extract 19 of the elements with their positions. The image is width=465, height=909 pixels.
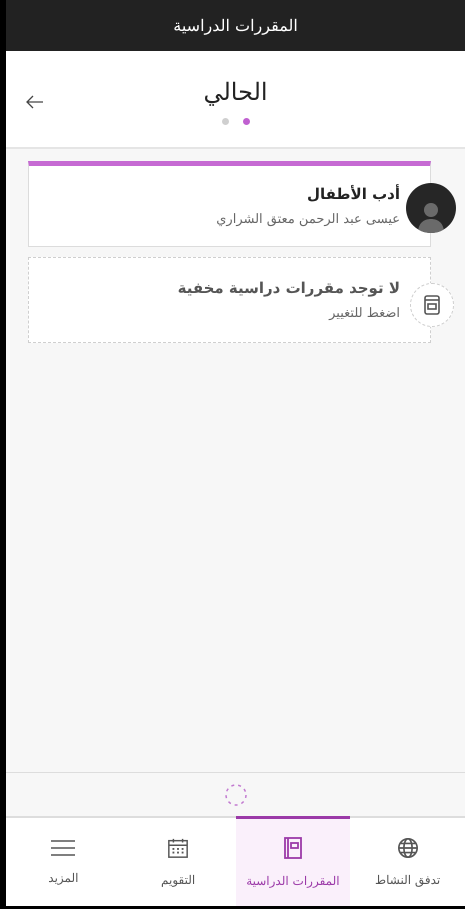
back-arrow-icon <box>26 95 44 109</box>
nav-tab[interactable]: التقويم <box>120 816 236 906</box>
course-card[interactable]: أدب الأطفال عيسى عبد الرحمن معتق الشراري <box>28 161 431 247</box>
nav-tab[interactable]: تدفق النشاط <box>350 816 465 906</box>
nav-tab[interactable]: المزيد <box>6 816 121 906</box>
course-subtitle: اضغط للتغيير <box>328 304 400 322</box>
page-title: الحالي <box>203 76 268 108</box>
avatar-icon <box>406 183 456 233</box>
nav-tab[interactable]: المقررات الدراسية <box>236 816 350 906</box>
app-bar-title: المقررات الدراسية <box>173 14 298 37</box>
book-icon <box>282 836 303 860</box>
loading-spinner-icon <box>224 782 248 806</box>
course-subtitle: عيسى عبد الرحمن معتق الشراري <box>215 210 400 228</box>
globe-icon <box>396 836 419 858</box>
calendar-icon <box>167 836 190 858</box>
menu-icon <box>50 838 76 856</box>
course-title: لا توجد مقررات دراسية مخفية <box>176 278 400 299</box>
hidden-courses-card[interactable]: لا توجد مقررات دراسية مخفية اضغط للتغيير <box>28 257 431 343</box>
course-title: أدب الأطفال <box>306 183 400 205</box>
